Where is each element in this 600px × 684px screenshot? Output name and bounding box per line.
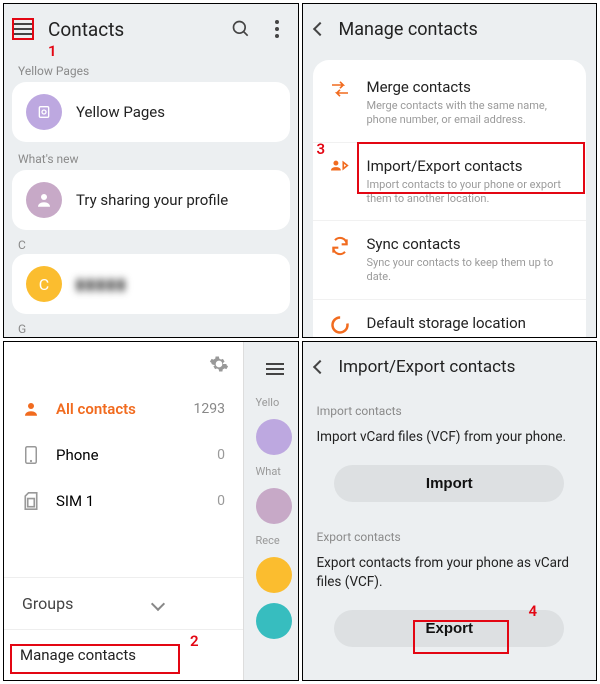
sync-contacts-item[interactable]: Sync contacts Sync your contacts to keep… xyxy=(313,220,587,299)
bg-avatar xyxy=(256,488,292,524)
bg-avatar xyxy=(256,603,292,639)
export-button-label: Export xyxy=(425,620,473,637)
merge-contacts-item[interactable]: Merge contacts Merge contacts with the s… xyxy=(313,64,587,142)
bg-label: Rece xyxy=(250,534,298,547)
item-sub: Merge contacts with the same name, phone… xyxy=(367,99,571,128)
item-title: Default storage location xyxy=(367,314,526,332)
import-description: Import vCard files (VCF) from your phone… xyxy=(303,422,597,453)
yellow-pages-item[interactable]: Yellow Pages xyxy=(12,82,290,142)
drawer-count: 0 xyxy=(217,493,225,509)
callout-1: 1 xyxy=(48,42,57,60)
bg-label: What xyxy=(250,465,298,478)
item-title: Merge contacts xyxy=(367,78,571,96)
appbar: Manage contacts xyxy=(303,4,597,54)
callout-3: 3 xyxy=(317,140,326,158)
page-title: Import/Export contacts xyxy=(339,357,516,377)
index-g: G xyxy=(4,314,298,338)
index-c: C xyxy=(4,230,298,254)
drawer-phone[interactable]: Phone 0 xyxy=(4,432,243,478)
bg-label: Yello xyxy=(250,396,298,409)
import-export-item[interactable]: Import/Export contacts Import contacts t… xyxy=(313,142,587,221)
navigation-drawer: All contacts 1293 Phone 0 SIM 1 0 Groups xyxy=(4,342,244,680)
export-section-label: Export contacts xyxy=(303,518,597,548)
item-title: Import/Export contacts xyxy=(367,157,571,175)
page-title: Manage contacts xyxy=(339,19,478,40)
storage-icon xyxy=(329,314,351,336)
drawer-count: 0 xyxy=(217,447,225,463)
import-export-icon xyxy=(329,157,351,179)
share-profile-text: Try sharing your profile xyxy=(76,191,228,209)
item-title: Sync contacts xyxy=(367,235,571,253)
callout-4: 4 xyxy=(529,602,538,620)
manage-contacts-label: Manage contacts xyxy=(20,646,136,664)
profile-icon xyxy=(26,182,62,218)
drawer-label: All contacts xyxy=(56,400,136,418)
menu-icon[interactable] xyxy=(12,18,34,40)
export-description: Export contacts from your phone as vCard… xyxy=(303,548,597,598)
settings-icon[interactable] xyxy=(209,354,229,374)
phone-icon xyxy=(22,446,40,464)
bg-avatar xyxy=(256,419,292,455)
contact-name: ▮▮▮▮▮ xyxy=(76,275,127,293)
drawer-label: SIM 1 xyxy=(56,492,94,510)
chevron-down-icon xyxy=(151,596,165,610)
bg-avatar xyxy=(256,557,292,593)
back-icon[interactable] xyxy=(312,22,326,36)
whats-new-label: What's new xyxy=(4,142,298,170)
import-button-label: Import xyxy=(426,475,473,492)
drawer-label: Phone xyxy=(56,446,99,464)
drawer-screen: Yello What Rece All contacts 1293 xyxy=(3,341,299,681)
item-sub: Import contacts to your phone or export … xyxy=(367,178,571,207)
default-storage-item[interactable]: Default storage location Phone xyxy=(313,299,587,338)
back-icon[interactable] xyxy=(312,360,326,374)
item-value: Phone xyxy=(367,335,526,338)
import-section-label: Import contacts xyxy=(303,392,597,422)
manage-contacts-screen: Manage contacts Merge contacts Merge con… xyxy=(302,3,598,338)
groups-label: Groups xyxy=(22,594,73,613)
person-icon xyxy=(22,400,40,418)
callout-2: 2 xyxy=(190,632,199,650)
avatar: C xyxy=(26,266,62,302)
behind-content: Yello What Rece xyxy=(250,342,298,680)
contact-row[interactable]: C ▮▮▮▮▮ xyxy=(12,254,290,314)
drawer-sim[interactable]: SIM 1 0 xyxy=(4,478,243,524)
yellow-pages-icon xyxy=(26,94,62,130)
sim-icon xyxy=(22,492,40,510)
search-icon[interactable] xyxy=(230,18,252,40)
share-profile-item[interactable]: Try sharing your profile xyxy=(12,170,290,230)
merge-icon xyxy=(329,78,351,100)
drawer-manage-contacts[interactable]: Manage contacts xyxy=(4,629,243,680)
yellow-pages-text: Yellow Pages xyxy=(76,103,165,121)
appbar: Import/Export contacts xyxy=(303,342,597,392)
import-export-screen: Import/Export contacts Import contacts I… xyxy=(302,341,598,681)
menu-icon xyxy=(261,352,287,386)
import-button[interactable]: Import xyxy=(334,465,564,502)
drawer-all-contacts[interactable]: All contacts 1293 xyxy=(4,386,243,432)
item-sub: Sync your contacts to keep them up to da… xyxy=(367,256,571,285)
sync-icon xyxy=(329,235,351,257)
drawer-count: 1293 xyxy=(194,401,225,417)
page-title: Contacts xyxy=(48,18,216,41)
more-icon[interactable] xyxy=(266,18,288,40)
drawer-groups[interactable]: Groups xyxy=(4,577,243,629)
contacts-screen: Contacts 1 Yellow Pages Yellow Pages Wha… xyxy=(3,3,299,338)
